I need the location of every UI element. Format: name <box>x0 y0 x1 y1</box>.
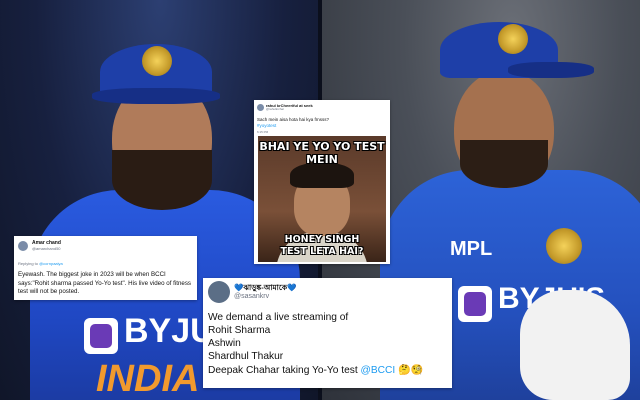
tweet-card-amar-chand[interactable]: Amar chand @amarchand50 Replying to @cor… <box>14 236 197 300</box>
tweet-line-5-text: Deepak Chahar taking Yo-Yo test <box>208 365 361 376</box>
avatar[interactable] <box>208 281 230 303</box>
tweet-card-live-streaming[interactable]: 💙ঝাড়ুঙ্ক-আমাকে💙 @sasankrv We demand a l… <box>203 278 452 388</box>
reply-context: Replying to @cornpaaiya <box>18 261 63 266</box>
right-cap-bcci-badge <box>498 24 528 54</box>
tweet-body: Eyewash. The biggest joke in 2023 will b… <box>18 271 192 295</box>
tweet-line-1: We demand a live streaming of <box>208 312 349 323</box>
left-player-cap-brim <box>92 88 220 104</box>
left-jersey-sponsor-b-icon <box>90 324 112 348</box>
tweet-line-3: Ashwin <box>208 338 241 349</box>
reply-prefix: Replying to <box>18 261 40 266</box>
tweet-line-5: Deepak Chahar taking Yo-Yo test @BCCI 🤔🧐 <box>208 365 423 376</box>
meme-bottom-caption-2: TEST LETA HAI? <box>280 246 364 257</box>
right-jersey-sponsor-b-icon <box>464 292 486 316</box>
hashtag-link[interactable]: #yoyotest <box>257 123 276 128</box>
avatar[interactable] <box>257 104 264 111</box>
meme-image[interactable]: BHAI YE YO YO TEST MEIN HONEY SINGH TEST… <box>258 136 386 262</box>
right-player-cap-brim <box>508 62 594 78</box>
right-jersey-mpl-text: MPL <box>450 238 493 260</box>
right-jersey-bcci-badge <box>546 228 582 264</box>
tweet-author-handle[interactable]: @rahulkrchar <box>266 107 284 111</box>
bcci-mention-link[interactable]: @BCCI <box>361 365 396 376</box>
tweet-line-2: Rohit Sharma <box>208 325 271 336</box>
tweet-author-handle[interactable]: @amarchand50 <box>32 246 61 251</box>
meme-bottom-caption-1: HONEY SINGH <box>284 234 360 245</box>
reply-to-link[interactable]: @cornpaaiya <box>39 261 63 266</box>
left-cap-bcci-badge <box>142 46 172 76</box>
avatar[interactable] <box>18 241 28 251</box>
tweet-line-4: Shardhul Thakur <box>208 351 284 362</box>
tweet-timestamp[interactable]: 6:15 PM <box>257 130 268 134</box>
left-jersey-country-text: INDIA <box>96 358 200 400</box>
left-player-beard <box>112 150 212 210</box>
right-player-glove <box>520 290 630 400</box>
tweet-author-handle[interactable]: @sasankrv <box>234 293 269 300</box>
right-player-beard <box>460 140 548 188</box>
meme-top-caption: BHAI YE YO YO TEST MEIN <box>259 140 385 166</box>
thinking-emoji-icon: 🤔🧐 <box>398 365 424 376</box>
tweet-card-meme[interactable]: rahul krCheeriful at seek @rahulkrchar S… <box>254 100 390 264</box>
